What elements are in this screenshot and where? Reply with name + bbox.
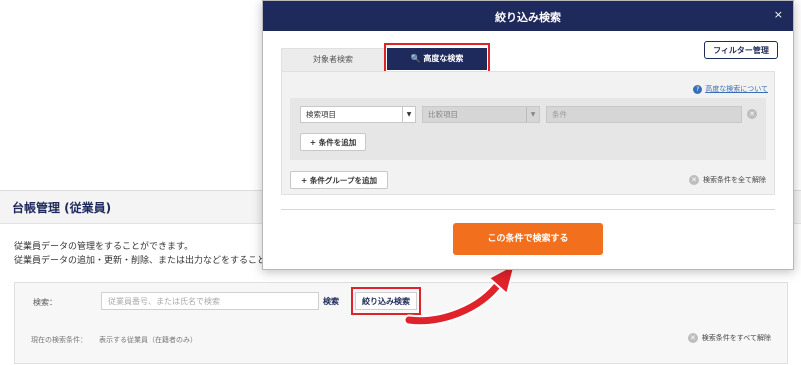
modal-header: 絞り込み検索 ×: [263, 1, 793, 31]
condition-group: 検索項目 ▼ 比較項目 ▼ 条件 ✕ + 条件を追加: [290, 98, 766, 160]
add-group-button[interactable]: + 条件グループを追加: [290, 171, 388, 189]
add-group-label: 条件グループを追加: [309, 176, 377, 185]
filter-manage-button[interactable]: フィルター管理: [704, 41, 778, 59]
search-with-conditions-button[interactable]: この条件で検索する: [453, 223, 603, 255]
clear-conditions-label: 検索条件をすべて解除: [701, 334, 771, 342]
search-item-value: 検索項目: [306, 110, 336, 119]
plus-icon: +: [301, 176, 310, 185]
advanced-search-panel: ? 高度な検索について 検索項目 ▼ 比較項目 ▼ 条件 ✕ + 条件を追加 +…: [281, 71, 775, 195]
plus-icon: +: [309, 138, 319, 147]
narrow-search-modal: 絞り込み検索 × フィルター管理 対象者検索 🔍 高度な検索 ? 高度な検索につ…: [262, 0, 794, 270]
compare-item-select[interactable]: 比較項目 ▼: [422, 106, 540, 123]
close-icon[interactable]: ×: [774, 8, 783, 21]
divider: [281, 209, 775, 210]
page-title: 台帳管理 (従業員): [12, 201, 112, 215]
page-description-1: 従業員データの管理をすることができます。: [14, 242, 194, 252]
compare-item-value: 比較項目: [428, 110, 458, 119]
clear-icon: ✕: [687, 333, 698, 343]
search-button[interactable]: 検索: [323, 296, 339, 307]
tab-target-search[interactable]: 対象者検索: [281, 48, 385, 71]
clear-all-conditions-link[interactable]: ✕ 検索条件を全て解除: [689, 175, 766, 185]
add-condition-label: 条件を追加: [318, 138, 357, 147]
search-label: 検索：: [33, 298, 57, 307]
current-condition-value: 表示する従業員（在籍者のみ）: [99, 336, 197, 344]
help-link-label: 高度な検索について: [705, 85, 768, 93]
clear-all-label: 検索条件を全て解除: [703, 176, 766, 184]
page-description-2: 従業員データの追加・更新・削除、または出力などをすることが: [14, 256, 276, 266]
chevron-down-icon: ▼: [526, 107, 539, 122]
clear-icon: ✕: [689, 175, 699, 185]
add-condition-button[interactable]: + 条件を追加: [300, 133, 366, 151]
help-icon: ?: [693, 84, 703, 94]
current-condition-label: 現在の検索条件：: [31, 336, 87, 344]
clear-conditions-link[interactable]: ✕ 検索条件をすべて解除: [687, 333, 771, 343]
search-input[interactable]: 従業員番号、または氏名で検索: [101, 292, 319, 310]
advanced-tab-highlight: [384, 43, 490, 73]
modal-title: 絞り込み検索: [495, 11, 561, 24]
chevron-down-icon: ▼: [402, 107, 415, 122]
help-link[interactable]: ? 高度な検索について: [693, 84, 768, 94]
search-item-select[interactable]: 検索項目 ▼: [300, 106, 416, 123]
condition-input[interactable]: 条件: [546, 106, 742, 123]
remove-condition-icon[interactable]: ✕: [747, 109, 757, 119]
